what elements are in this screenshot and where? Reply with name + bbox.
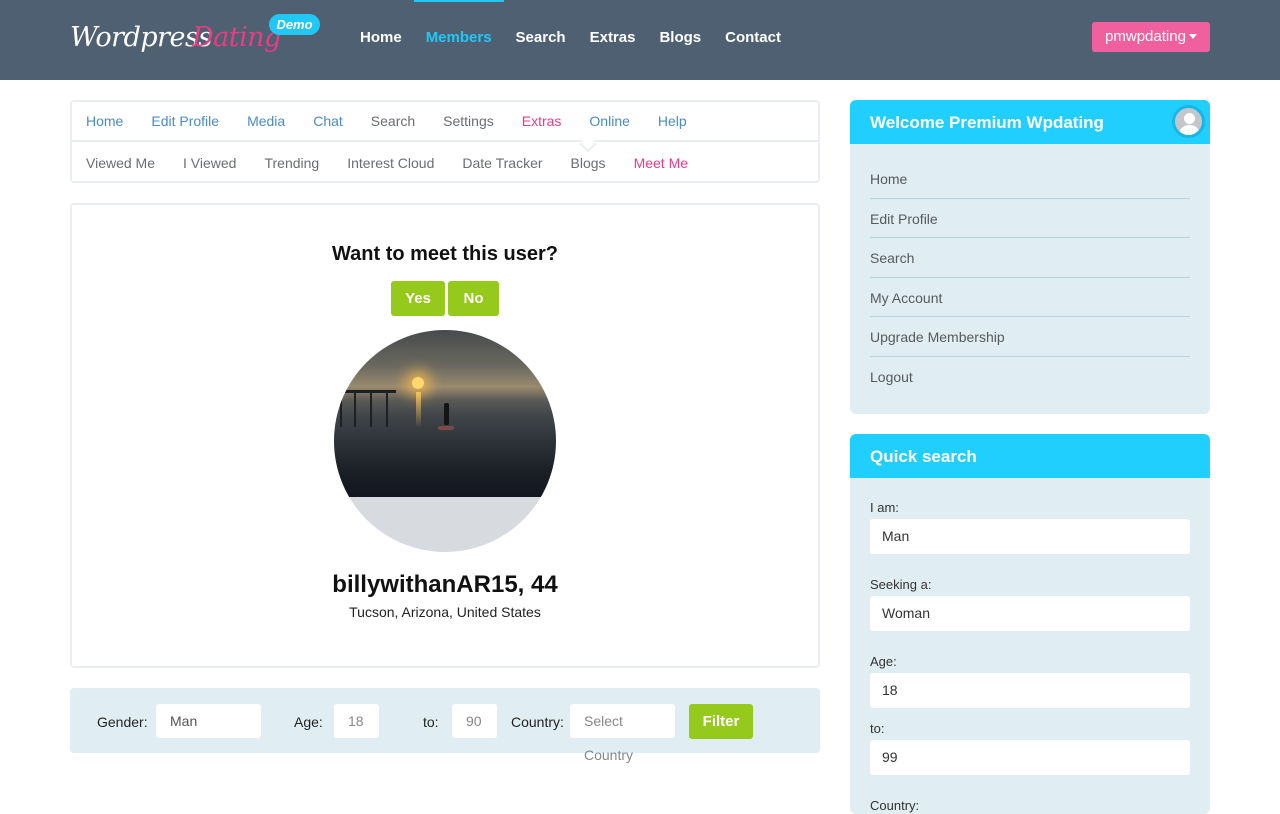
top-header: Wordpress Dating Demo Home Members Searc… — [0, 0, 1280, 80]
subnav-media[interactable]: Media — [247, 113, 285, 129]
photo-sun — [412, 377, 424, 389]
subnav-blogs[interactable]: Blogs — [571, 155, 606, 171]
i-am-select[interactable]: Man — [870, 519, 1190, 554]
welcome-link-item: Home — [870, 159, 1190, 199]
yes-button[interactable]: Yes — [391, 281, 445, 316]
caret-down-icon — [1188, 33, 1197, 39]
welcome-link-item: My Account — [870, 278, 1190, 317]
photo-paddleboard — [438, 426, 454, 430]
i-am-label: I am: — [870, 500, 899, 515]
subnav-i-viewed[interactable]: I Viewed — [183, 155, 236, 171]
user-menu-label: pmwpdating — [1105, 28, 1186, 45]
gender-label: Gender: — [97, 714, 148, 730]
sunset-photo-image — [334, 330, 556, 497]
profile-name[interactable]: billywithanAR15, 44 — [72, 571, 818, 599]
meet-me-panel: Want to meet this user? Yes No billywith… — [70, 203, 820, 668]
meet-filter-bar: Gender: Man Age: 18 to: 90 Country: Sele… — [70, 688, 820, 763]
subnav-trending[interactable]: Trending — [264, 155, 319, 171]
quick-age-label: Age: — [870, 654, 897, 669]
welcome-link-item: Logout — [870, 357, 1190, 397]
subnav-chat[interactable]: Chat — [313, 113, 343, 129]
photo-sun-reflection — [416, 392, 421, 428]
nav-contact[interactable]: Contact — [713, 0, 793, 80]
meet-question: Want to meet this user? — [332, 243, 558, 265]
profile-location: Tucson, Arizona, United States — [349, 604, 541, 620]
seeking-select[interactable]: Woman — [870, 596, 1190, 631]
nav-extras[interactable]: Extras — [578, 0, 648, 80]
welcome-link-home[interactable]: Home — [870, 171, 907, 187]
profile-subnav: Home Edit Profile Media Chat Search Sett… — [70, 100, 820, 183]
welcome-links: Home Edit Profile Search My Account Upgr… — [850, 144, 1210, 396]
quick-search-widget: Quick search I am: Man Seeking a: Woman … — [850, 434, 1210, 814]
quick-age-to-label: to: — [870, 721, 885, 736]
welcome-link-search[interactable]: Search — [870, 250, 914, 266]
welcome-link-item: Edit Profile — [870, 199, 1190, 238]
subnav-meet-me[interactable]: Meet Me — [634, 155, 688, 171]
photo-dock — [334, 390, 396, 427]
welcome-link-edit-profile[interactable]: Edit Profile — [870, 211, 938, 227]
quick-search-form: I am: Man Seeking a: Woman Age: 18 to: 9… — [850, 478, 1210, 813]
user-avatar-icon[interactable] — [1172, 105, 1205, 138]
quick-country-label: Country: — [870, 798, 920, 813]
subnav-help[interactable]: Help — [658, 113, 687, 129]
nav-search[interactable]: Search — [504, 0, 578, 80]
logo-dating-text: Dating — [192, 22, 281, 53]
main-nav: Home Members Search Extras Blogs Contact — [348, 0, 793, 80]
quick-age-from-input[interactable]: 18 — [870, 673, 1190, 708]
photo-paddleboarder — [444, 403, 449, 425]
subnav-online[interactable]: Online — [589, 113, 629, 129]
welcome-link-item: Search — [870, 238, 1190, 278]
gender-select[interactable]: Man — [156, 704, 261, 738]
age-label: Age: — [294, 714, 323, 730]
user-menu-button[interactable]: pmwpdating — [1092, 22, 1210, 52]
profile-photo[interactable] — [334, 330, 556, 552]
subnav-date-tracker[interactable]: Date Tracker — [462, 155, 542, 171]
welcome-link-my-account[interactable]: My Account — [870, 290, 942, 306]
welcome-link-logout[interactable]: Logout — [870, 369, 913, 385]
subnav-edit-profile[interactable]: Edit Profile — [151, 113, 219, 129]
welcome-link-upgrade-membership[interactable]: Upgrade Membership — [870, 329, 1005, 345]
meet-buttons: Yes No — [72, 281, 818, 316]
demo-badge: Demo — [269, 14, 320, 35]
subnav-primary-row: Home Edit Profile Media Chat Search Sett… — [72, 102, 818, 142]
subnav-viewed-me[interactable]: Viewed Me — [86, 155, 155, 171]
age-from-input[interactable]: 18 — [334, 704, 379, 738]
seeking-label: Seeking a: — [870, 577, 932, 592]
nav-members[interactable]: Members — [413, 0, 504, 80]
quick-age-to-input[interactable]: 99 — [870, 740, 1190, 775]
subnav-extras[interactable]: Extras — [522, 113, 562, 129]
subnav-settings[interactable]: Settings — [443, 113, 494, 129]
subnav-search[interactable]: Search — [371, 113, 415, 129]
welcome-link-item: Upgrade Membership — [870, 317, 1190, 357]
nav-blogs[interactable]: Blogs — [647, 0, 713, 80]
country-label: Country: — [511, 714, 564, 730]
age-to-input[interactable]: 90 — [452, 704, 497, 738]
quick-search-header: Quick search — [850, 434, 1210, 478]
age-to-label: to: — [423, 714, 439, 730]
filter-button[interactable]: Filter — [689, 704, 753, 739]
country-select[interactable]: Select Country — [570, 704, 675, 763]
logo-wordpress-text: Wordpress — [70, 22, 212, 53]
welcome-title: Welcome Premium Wpdating — [870, 113, 1104, 132]
subnav-interest-cloud[interactable]: Interest Cloud — [347, 155, 434, 171]
welcome-widget: Welcome Premium Wpdating Home Edit Profi… — [850, 100, 1210, 414]
subnav-home[interactable]: Home — [86, 113, 123, 129]
welcome-widget-header: Welcome Premium Wpdating — [850, 100, 1210, 144]
no-button[interactable]: No — [448, 281, 499, 316]
nav-home[interactable]: Home — [348, 0, 414, 80]
subnav-extras-row: Viewed Me I Viewed Trending Interest Clo… — [72, 143, 818, 183]
quick-search-title: Quick search — [870, 447, 977, 466]
